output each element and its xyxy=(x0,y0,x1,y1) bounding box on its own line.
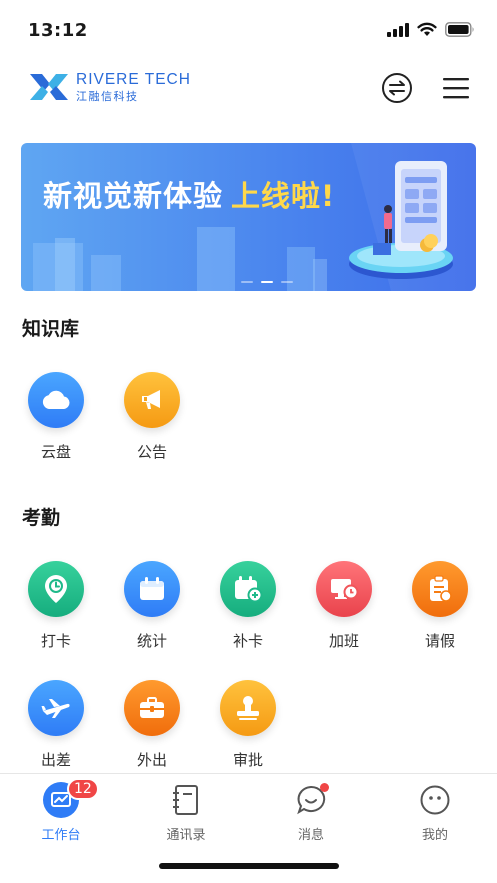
app-label: 云盘 xyxy=(40,443,71,461)
app-cloud-drive[interactable]: 云盘 xyxy=(21,372,91,462)
tab-messages[interactable]: 消息 xyxy=(271,782,351,843)
app-overtime[interactable]: 加班 xyxy=(309,561,379,651)
location-clock-icon xyxy=(28,561,84,617)
logo-title-cn: 江融信科技 xyxy=(76,89,139,103)
contacts-book-icon xyxy=(168,782,204,818)
banner-pagination xyxy=(241,281,293,283)
tab-contacts[interactable]: 通讯录 xyxy=(146,782,226,843)
tab-label: 通讯录 xyxy=(166,828,206,843)
section-title-knowledge: 知识库 xyxy=(22,318,80,340)
briefcase-icon xyxy=(124,680,180,736)
app-going-out[interactable]: 外出 xyxy=(117,680,187,770)
tab-label: 工作台 xyxy=(41,828,81,843)
switch-arrows-icon xyxy=(382,73,412,103)
company-logo: RIVERE TECH 江融信科技 xyxy=(28,70,191,104)
banner-text-highlight: 上线啦! xyxy=(231,179,336,213)
unread-badge: 12 xyxy=(67,778,99,800)
promo-banner[interactable]: 新视觉新体验 上线啦! xyxy=(21,143,476,291)
banner-headline: 新视觉新体验 上线啦! xyxy=(43,173,335,215)
calendar-add-icon xyxy=(220,561,276,617)
battery-icon xyxy=(445,22,474,37)
cloud-icon xyxy=(28,372,84,428)
app-business-trip[interactable]: 出差 xyxy=(21,680,91,770)
status-icons xyxy=(387,22,475,37)
airplane-icon xyxy=(28,680,84,736)
wifi-icon xyxy=(417,22,437,36)
app-statistics[interactable]: 统计 xyxy=(117,561,187,651)
tab-workbench[interactable]: 12 工作台 xyxy=(21,778,101,843)
app-label: 加班 xyxy=(328,632,359,650)
app-label: 外出 xyxy=(136,751,167,769)
signal-icon xyxy=(387,22,409,37)
tab-label: 消息 xyxy=(297,828,324,843)
tab-profile[interactable]: 我的 xyxy=(395,782,475,843)
app-header: RIVERE TECH 江融信科技 xyxy=(0,60,497,120)
home-indicator[interactable] xyxy=(159,863,339,869)
app-label: 请假 xyxy=(424,632,455,650)
menu-button[interactable] xyxy=(440,72,472,104)
message-unread-dot xyxy=(320,783,329,792)
section-title-attendance: 考勤 xyxy=(22,507,61,529)
megaphone-icon xyxy=(124,372,180,428)
app-makeup-clock[interactable]: 补卡 xyxy=(213,561,283,651)
app-label: 出差 xyxy=(40,751,71,769)
banner-city-illustration xyxy=(33,143,476,291)
app-label: 统计 xyxy=(136,632,167,650)
status-bar: 13:12 xyxy=(0,0,497,60)
banner-text-main: 新视觉新体验 xyxy=(43,179,224,213)
app-announcement[interactable]: 公告 xyxy=(117,372,187,462)
app-leave[interactable]: 请假 xyxy=(405,561,475,651)
tab-label: 我的 xyxy=(421,828,448,843)
calendar-icon xyxy=(124,561,180,617)
app-label: 补卡 xyxy=(232,632,263,650)
app-label: 审批 xyxy=(232,751,263,769)
stamp-icon xyxy=(220,680,276,736)
app-approval[interactable]: 审批 xyxy=(213,680,283,770)
status-time: 13:12 xyxy=(28,20,88,41)
banner-dot-active[interactable] xyxy=(261,281,273,283)
message-bubble-icon xyxy=(293,782,329,818)
logo-mark-icon xyxy=(30,74,68,100)
logo-title-en: RIVERE TECH xyxy=(76,71,191,89)
banner-dot[interactable] xyxy=(241,281,253,283)
clipboard-icon xyxy=(412,561,468,617)
app-clock-in[interactable]: 打卡 xyxy=(21,561,91,651)
monitor-clock-icon xyxy=(316,561,372,617)
workbench-icon: 12 xyxy=(43,778,99,818)
switch-button[interactable] xyxy=(381,72,413,104)
banner-dot[interactable] xyxy=(281,281,293,283)
app-label: 公告 xyxy=(136,443,167,461)
app-label: 打卡 xyxy=(40,632,71,650)
hamburger-menu-icon xyxy=(443,78,469,99)
profile-face-icon xyxy=(417,782,453,818)
